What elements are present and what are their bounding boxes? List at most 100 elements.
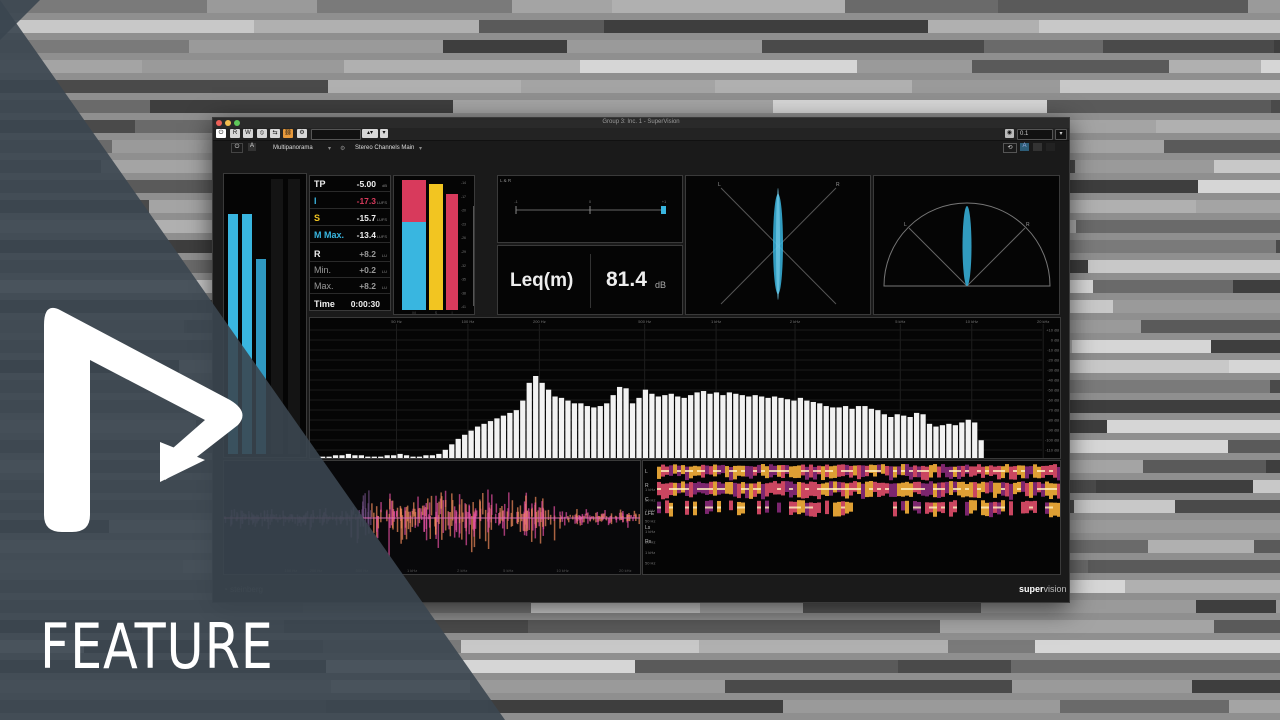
spectrum-bar	[700, 391, 707, 458]
spectrogram-hot-cell	[1049, 506, 1053, 509]
channel-dropdown-icon[interactable]: ▾	[419, 145, 422, 152]
waveform-freq-label: 1 kHz	[407, 568, 417, 573]
spectrogram-cell	[925, 483, 929, 497]
spectrogram-cell	[753, 483, 757, 497]
sync-icon[interactable]: ⟲	[1003, 143, 1017, 153]
spectrum-bar	[888, 417, 894, 458]
waveform-dot	[427, 498, 429, 510]
preset-nav-icon[interactable]: ▴▾	[362, 129, 378, 138]
spectrogram-cell	[857, 465, 861, 480]
spectrogram-hot-cell	[805, 470, 809, 472]
spectrogram-hot-cell	[893, 470, 897, 472]
spectrogram-cell	[1049, 483, 1053, 500]
i-label: I	[314, 196, 317, 206]
power-icon[interactable]: ⏻	[216, 129, 226, 138]
waveform-dot	[565, 512, 568, 518]
spectrum-bar	[862, 406, 868, 458]
preset-field[interactable]	[311, 129, 361, 140]
spectrogram-hot-cell	[849, 488, 853, 490]
options-menu-icon[interactable]: ▾	[1055, 129, 1067, 140]
waveform-dot	[559, 511, 561, 516]
layout-dropdown-icon[interactable]: ▾	[328, 145, 331, 152]
panorama-l-label: L	[904, 222, 907, 228]
power-small-icon[interactable]: ⏻	[231, 143, 243, 153]
spectrogram-hot-cell	[985, 506, 989, 509]
db-label: -30 dB	[1047, 368, 1059, 373]
spectrogram-cell	[817, 502, 821, 513]
waveform-dot	[418, 507, 421, 524]
camera-icon[interactable]: ◉	[1005, 129, 1014, 138]
spectrogram-hot-cell	[845, 470, 849, 472]
waveform-dot	[523, 513, 526, 532]
time-label: Time	[314, 299, 335, 309]
spectrogram-cell	[761, 483, 765, 500]
spectrogram-hot-cell	[949, 470, 953, 472]
layout-select[interactable]: Multipanorama	[273, 145, 313, 151]
spectrogram-cell	[805, 483, 809, 499]
waveform-dot	[517, 511, 520, 523]
spectrogram-cell	[889, 483, 893, 497]
waveform-dot	[569, 514, 571, 517]
stereo-panorama: L R	[873, 175, 1060, 315]
read-button[interactable]: R	[230, 129, 240, 138]
tp-unit: dB	[382, 183, 387, 188]
spectrogram-cell	[837, 501, 841, 517]
spectrogram-cell	[729, 466, 733, 481]
spectrogram-cell	[833, 465, 837, 478]
spectrogram-cell	[733, 465, 737, 480]
spectrogram-hot-cell	[857, 488, 861, 490]
waveform-dot	[423, 508, 426, 532]
meter-label-s: S	[435, 310, 438, 315]
db-label: -70 dB	[1047, 408, 1059, 413]
preset-b-button[interactable]	[1033, 143, 1042, 151]
spectrogram-hot-cell	[705, 506, 709, 509]
spectrogram-cell	[1033, 500, 1037, 513]
setup-a-button[interactable]: A	[248, 143, 256, 151]
s-row: S -15.7 LUFS	[310, 210, 390, 226]
spectrum-bar	[739, 395, 745, 458]
spectrogram-cell	[973, 500, 977, 511]
spectrum-bar	[655, 396, 661, 458]
spectrogram-cell	[933, 464, 937, 473]
spectrogram-hot-cell	[1041, 470, 1045, 472]
compare-icon[interactable]: ⇆	[270, 129, 280, 138]
waveform-dot	[491, 494, 493, 515]
spectrogram-hot-cell	[997, 470, 1001, 472]
spectrogram-cell	[989, 502, 993, 518]
gear-icon[interactable]: ⚙	[340, 145, 345, 152]
spectrogram-cell	[873, 481, 877, 492]
preset-c-button[interactable]	[1046, 143, 1055, 151]
settings-icon[interactable]: ⚙	[297, 129, 307, 138]
waveform-dot	[322, 517, 324, 525]
spectrum-bar	[403, 455, 410, 458]
waveform-dot	[364, 493, 366, 509]
spectrum-bar	[965, 419, 971, 458]
waveform-dot	[498, 513, 500, 526]
spectrum-bar	[894, 414, 900, 458]
spectrum-bar	[526, 382, 532, 458]
waveform-dot	[345, 511, 347, 521]
bypass-icon[interactable]: ⦸	[257, 129, 267, 138]
preset-menu-icon[interactable]: ▾	[380, 129, 388, 138]
waveform-dot	[395, 511, 398, 518]
spectrogram-cell	[885, 465, 889, 476]
spectrogram-cell	[669, 502, 673, 517]
spectrogram-cell	[909, 483, 913, 497]
db-label: -10 dB	[1047, 348, 1059, 353]
zoom-select[interactable]: 0.1	[1017, 129, 1053, 140]
waveform-dot	[584, 513, 587, 518]
waveform-dot	[355, 514, 357, 520]
waveform-dot	[583, 515, 585, 523]
link-icon[interactable]: ⛓	[283, 129, 293, 138]
waveform-freq-label: 10 kHz	[556, 568, 568, 573]
spectrogram-hot-cell	[913, 506, 917, 509]
spectrogram-hot-cell	[757, 506, 761, 509]
preset-a-button[interactable]: A	[1020, 143, 1029, 151]
waveform-dot	[324, 508, 327, 517]
write-button[interactable]: W	[243, 129, 253, 138]
spectrum-bar	[397, 453, 403, 458]
spectrogram-cell	[849, 502, 853, 512]
channel-select[interactable]: Stereo Channels Main	[355, 145, 414, 151]
waveform-dot	[306, 510, 309, 518]
spectrum-bar	[423, 455, 429, 458]
